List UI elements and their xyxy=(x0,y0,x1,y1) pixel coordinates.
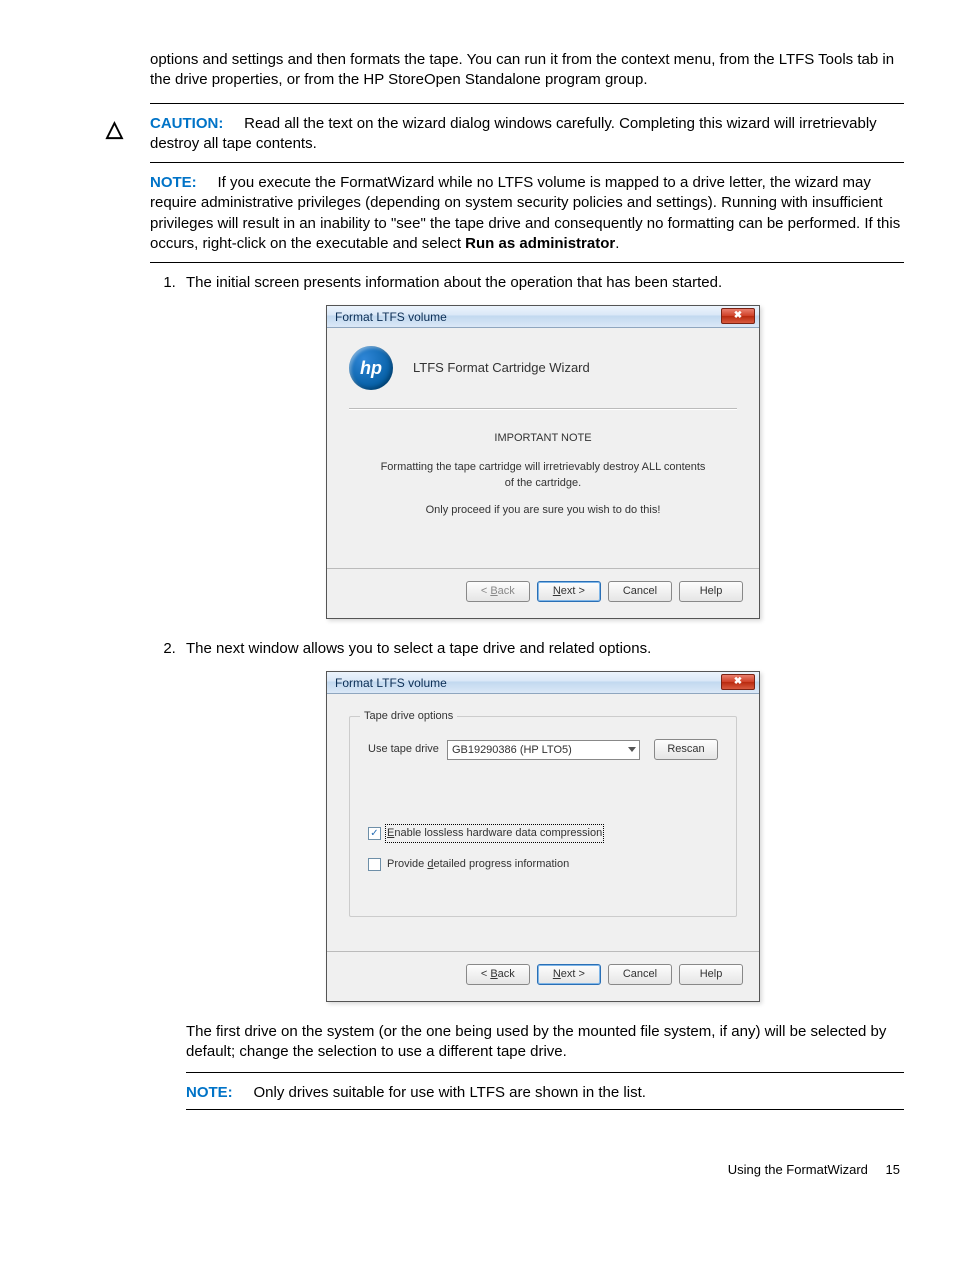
note2-text: Only drives suitable for use with LTFS a… xyxy=(254,1084,646,1101)
note1-text-post: . xyxy=(615,235,619,252)
back-button: < Back xyxy=(466,581,530,602)
chevron-down-icon xyxy=(628,747,636,752)
step2-text: The next window allows you to select a t… xyxy=(186,640,651,657)
intro-paragraph: options and settings and then formats th… xyxy=(50,50,904,91)
checkbox-checked-icon[interactable]: ✓ xyxy=(368,827,381,840)
divider xyxy=(150,162,904,163)
note1-bold: Run as administrator xyxy=(465,235,615,252)
wizard-dialog-2: Format LTFS volume ✖ Tape drive options … xyxy=(326,671,760,1001)
close-button[interactable]: ✖ xyxy=(721,308,755,324)
detailed-progress-checkbox-row[interactable]: Provide detailed progress information xyxy=(368,857,718,872)
tape-drive-options-group: Tape drive options Use tape drive GB1929… xyxy=(349,716,737,917)
step-1: The initial screen presents information … xyxy=(180,273,904,619)
wizard1-heading: IMPORTANT NOTE xyxy=(379,430,707,447)
tape-drive-value: GB19290386 (HP LTO5) xyxy=(452,744,572,756)
rescan-button[interactable]: Rescan xyxy=(654,739,718,760)
hp-logo-icon: hp xyxy=(349,346,393,390)
next-button[interactable]: Next > xyxy=(537,581,601,602)
caution-text: Read all the text on the wizard dialog w… xyxy=(150,115,877,152)
back-button[interactable]: < Back xyxy=(466,964,530,985)
detailed-progress-label: Provide detailed progress information xyxy=(387,857,569,872)
wizard2-titlebar[interactable]: Format LTFS volume ✖ xyxy=(327,672,759,694)
wizard-dialog-1: Format LTFS volume ✖ hp LTFS Format Cart… xyxy=(326,305,760,619)
note-label: NOTE: xyxy=(150,174,197,191)
wizard1-title: Format LTFS volume xyxy=(335,310,447,324)
footer-section: Using the FormatWizard xyxy=(728,1162,868,1177)
divider xyxy=(150,103,904,104)
warning-icon: △ xyxy=(106,114,123,144)
compression-checkbox-label: Enable lossless hardware data compressio… xyxy=(387,826,602,841)
caution-callout: △ CAUTION: Read all the text on the wiza… xyxy=(106,114,904,157)
steps-list: The initial screen presents information … xyxy=(150,273,904,1110)
next-button[interactable]: Next > xyxy=(537,964,601,985)
groupbox-legend: Tape drive options xyxy=(360,709,457,724)
divider xyxy=(186,1109,904,1110)
compression-checkbox-row[interactable]: ✓ Enable lossless hardware data compress… xyxy=(368,826,718,841)
divider xyxy=(349,408,737,410)
tape-drive-combobox[interactable]: GB19290386 (HP LTO5) xyxy=(447,740,640,760)
page-footer: Using the FormatWizard 15 xyxy=(50,1122,904,1177)
help-button[interactable]: Help xyxy=(679,964,743,985)
note2-label: NOTE: xyxy=(186,1084,233,1101)
wizard1-titlebar[interactable]: Format LTFS volume ✖ xyxy=(327,306,759,328)
divider xyxy=(186,1072,904,1073)
caution-label: CAUTION: xyxy=(150,115,223,132)
after-step2-paragraph: The first drive on the system (or the on… xyxy=(186,1022,904,1063)
wizard2-title: Format LTFS volume xyxy=(335,676,447,690)
use-tape-drive-label: Use tape drive xyxy=(368,742,439,757)
cancel-button[interactable]: Cancel xyxy=(608,581,672,602)
step-2: The next window allows you to select a t… xyxy=(180,639,904,1110)
wizard1-body-text: IMPORTANT NOTE Formatting the tape cartr… xyxy=(349,414,737,558)
wizard1-subtitle: LTFS Format Cartridge Wizard xyxy=(413,359,590,377)
page-number: 15 xyxy=(886,1162,900,1177)
wizard1-line1: Formatting the tape cartridge will irret… xyxy=(379,459,707,492)
close-button[interactable]: ✖ xyxy=(721,674,755,690)
note-callout-1: NOTE: If you execute the FormatWizard wh… xyxy=(106,173,904,256)
checkbox-unchecked-icon[interactable] xyxy=(368,858,381,871)
divider xyxy=(150,262,904,263)
cancel-button[interactable]: Cancel xyxy=(608,964,672,985)
help-button[interactable]: Help xyxy=(679,581,743,602)
step1-text: The initial screen presents information … xyxy=(186,274,722,291)
wizard1-line2: Only proceed if you are sure you wish to… xyxy=(379,502,707,519)
